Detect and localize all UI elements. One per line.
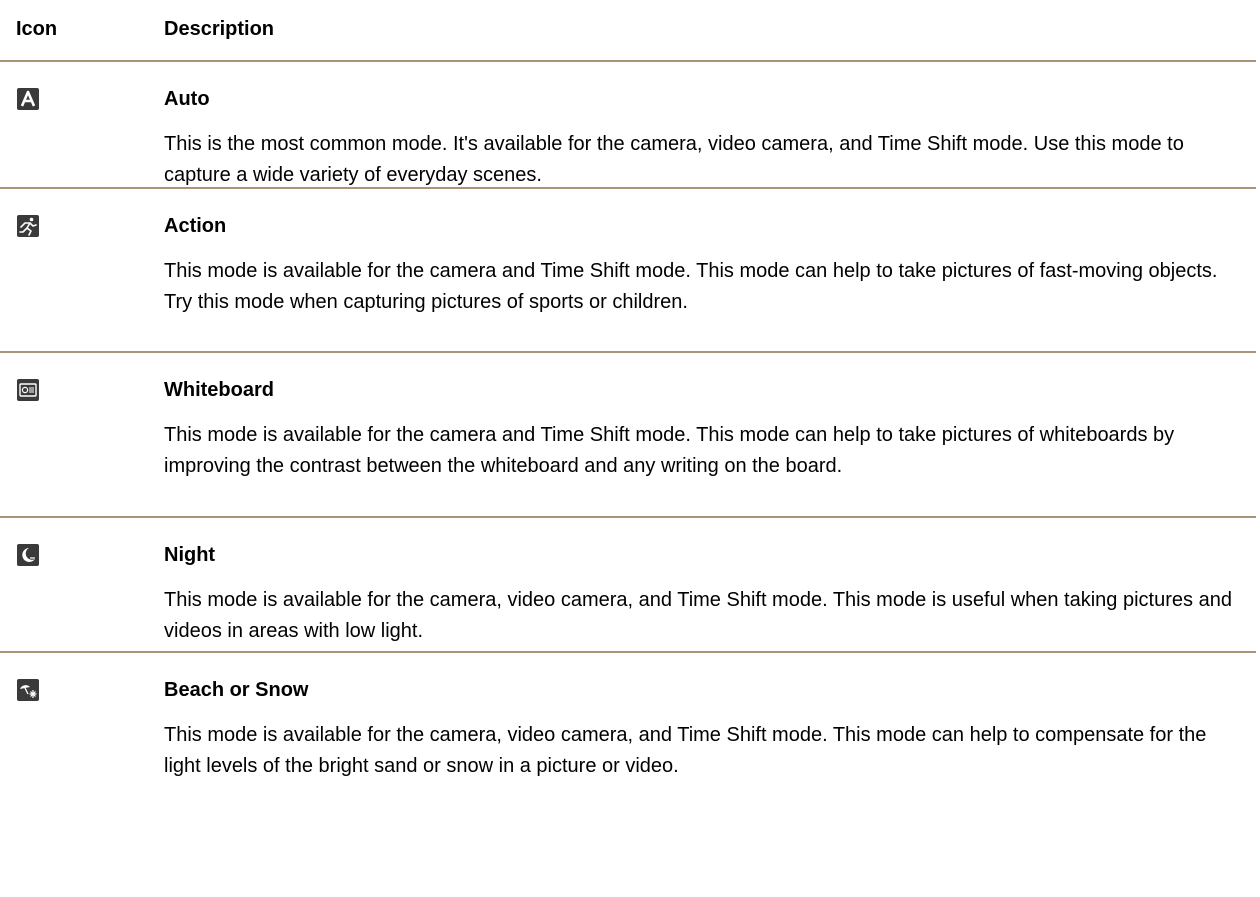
mode-description: This mode is available for the camera, v… bbox=[164, 724, 1207, 777]
mode-title: Whiteboard bbox=[164, 379, 274, 401]
mode-title: Auto bbox=[164, 88, 210, 110]
table-header: Icon Description bbox=[0, 0, 1256, 62]
description-cell: Auto This is the most common mode. It's … bbox=[164, 62, 1256, 207]
table-row-beach-snow: Beach or Snow This mode is available for… bbox=[0, 653, 1256, 783]
icon-cell bbox=[0, 653, 164, 706]
description-cell: Beach or Snow This mode is available for… bbox=[164, 653, 1256, 798]
mode-title: Action bbox=[164, 215, 227, 237]
description-cell: Action This mode is available for the ca… bbox=[164, 189, 1256, 334]
auto-mode-icon bbox=[17, 88, 39, 110]
table-row-night: Night This mode is available for the cam… bbox=[0, 518, 1256, 653]
table-row-auto: Auto This is the most common mode. It's … bbox=[0, 62, 1256, 189]
mode-table: Icon Description Auto This is the most c… bbox=[0, 0, 1256, 783]
mode-description: This mode is available for the camera an… bbox=[164, 424, 1175, 477]
mode-description: This mode is available for the camera, v… bbox=[164, 589, 1232, 642]
icon-cell bbox=[0, 189, 164, 242]
icon-cell bbox=[0, 518, 164, 571]
icon-cell bbox=[0, 353, 164, 406]
night-mode-icon bbox=[17, 544, 39, 566]
icon-column-header: Icon bbox=[16, 18, 58, 40]
mode-title: Beach or Snow bbox=[164, 679, 309, 701]
table-row-whiteboard: Whiteboard This mode is available for th… bbox=[0, 353, 1256, 518]
mode-title: Night bbox=[164, 544, 216, 566]
description-column-header: Description bbox=[164, 18, 275, 40]
description-cell: Night This mode is available for the cam… bbox=[164, 518, 1256, 663]
beach-snow-mode-icon bbox=[17, 679, 39, 701]
description-cell: Whiteboard This mode is available for th… bbox=[164, 353, 1256, 498]
table-row-action: Action This mode is available for the ca… bbox=[0, 189, 1256, 353]
action-mode-icon bbox=[17, 215, 39, 237]
icon-cell bbox=[0, 62, 164, 115]
whiteboard-mode-icon bbox=[17, 379, 39, 401]
mode-description: This mode is available for the camera an… bbox=[164, 260, 1218, 313]
